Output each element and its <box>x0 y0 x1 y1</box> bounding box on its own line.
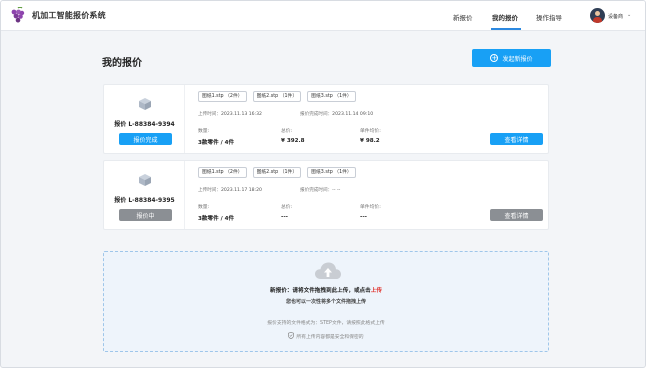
file-tag[interactable]: 图纸2.stp （1件） <box>252 167 302 178</box>
status-badge: 报价中 <box>119 209 172 221</box>
total-label: 总价: <box>281 205 293 210</box>
quantity-label: 数量: <box>198 205 210 210</box>
top-header: 机加工智能报价系统 新报价 我的报价 操作指导 设备商 ⌄ <box>1 1 645 31</box>
upload-security-text: 所有上传内容都是安全和保密的 <box>296 335 364 340</box>
file-tag[interactable]: 图纸1.stp （2件） <box>198 91 247 102</box>
nav-guide[interactable]: 操作指导 <box>536 12 562 22</box>
nav-new-quote[interactable]: 新报价 <box>453 12 473 22</box>
upload-security-note: 所有上传内容都是安全和保密的 <box>104 332 548 340</box>
upload-link[interactable]: 上传 <box>371 288 382 294</box>
chevron-down-icon[interactable]: ⌄ <box>627 12 631 18</box>
upload-time: 上传时间：2023.11.13 16:32 <box>198 111 262 117</box>
file-tag[interactable]: 图纸3.stp （1件） <box>307 91 356 102</box>
completion-time-value: -- -- <box>332 188 341 193</box>
status-badge: 报价完成 <box>119 133 172 145</box>
unit-price-label: 单件均价: <box>360 129 381 134</box>
unit-price-value: --- <box>360 214 367 220</box>
completion-time: 报价完成时间：-- -- <box>300 187 340 193</box>
upload-instruction: 新报价：请将文件拖拽到此上传，或点击上传 <box>104 286 548 294</box>
quote-id: 报价 L-88384-9395 <box>114 197 175 204</box>
quote-id: 报价 L-88384-9394 <box>114 121 175 128</box>
quote-summary: 报价 L-88384-9395 报价中 <box>104 161 185 229</box>
cloud-upload-icon <box>315 262 341 279</box>
upload-instruction-text: 新报价：请将文件拖拽到此上传，或点击 <box>270 288 371 294</box>
quote-card: 报价 L-88384-9394 报价完成 图纸1.stp （2件） 图纸2.st… <box>103 84 549 154</box>
file-tag-list: 图纸1.stp （2件） 图纸2.stp （1件） 图纸3.stp （1件） <box>198 91 356 102</box>
plus-circle-icon: + <box>490 53 499 62</box>
cube-icon <box>139 98 151 110</box>
completion-time-value: 2023.11.14 09:10 <box>332 112 374 117</box>
upload-dropzone[interactable]: 新报价：请将文件拖拽到此上传，或点击上传 您也可以一次性将多个文件拖拽上传 报价… <box>103 251 549 352</box>
completion-time-label: 报价完成时间： <box>300 112 333 117</box>
app-title: 机加工智能报价系统 <box>32 11 106 20</box>
quantity-value: 3款零件 / 4件 <box>198 216 235 222</box>
cube-icon <box>139 174 151 186</box>
file-tag[interactable]: 图纸3.stp （1件） <box>307 167 356 178</box>
view-details-button[interactable]: 查看详情 <box>490 209 543 221</box>
upload-time-value: 2023.11.17 18:20 <box>220 188 262 193</box>
nav-my-quotes[interactable]: 我的报价 <box>492 12 518 22</box>
upload-time-label: 上传时间： <box>198 112 221 117</box>
upload-format-hint: 报价支持的文件格式为：STEP文件，请按照此格式上传 <box>267 321 385 326</box>
quote-card: 报价 L-88384-9395 报价中 图纸1.stp （2件） 图纸2.stp… <box>103 160 549 230</box>
total-value: ¥ 392.8 <box>281 138 305 144</box>
grape-logo-icon <box>11 7 25 23</box>
user-avatar[interactable] <box>590 8 605 23</box>
page-title: 我的报价 <box>102 58 142 69</box>
nav-active-indicator <box>491 28 521 30</box>
completion-time: 报价完成时间：2023.11.14 09:10 <box>300 111 373 117</box>
user-name[interactable]: 设备商 <box>608 13 623 20</box>
shield-icon <box>288 332 295 339</box>
unit-price-label: 单件均价: <box>360 205 381 210</box>
file-tag[interactable]: 图纸1.stp （2件） <box>198 167 247 178</box>
quote-summary: 报价 L-88384-9394 报价完成 <box>104 85 185 153</box>
app-window: 机加工智能报价系统 新报价 我的报价 操作指导 设备商 ⌄ 我的报价 + 发起新… <box>0 0 646 368</box>
unit-price-value: ¥ 98.2 <box>360 138 380 144</box>
upload-time-label: 上传时间： <box>198 188 221 193</box>
quantity-label: 数量: <box>198 129 210 134</box>
upload-time: 上传时间：2023.11.17 18:20 <box>198 187 262 193</box>
new-quote-button[interactable]: + 发起新报价 <box>472 49 551 67</box>
completion-time-label: 报价完成时间： <box>300 188 333 193</box>
total-value: --- <box>281 214 288 220</box>
total-label: 总价: <box>281 129 293 134</box>
view-details-button[interactable]: 查看详情 <box>490 133 543 145</box>
quantity-value: 3款零件 / 4件 <box>198 140 235 146</box>
file-tag-list: 图纸1.stp （2件） 图纸2.stp （1件） 图纸3.stp （1件） <box>198 167 356 178</box>
new-quote-label: 发起新报价 <box>502 55 533 63</box>
upload-multi-hint: 您也可以一次性将多个文件拖拽上传 <box>285 299 366 305</box>
upload-time-value: 2023.11.13 16:32 <box>220 112 262 117</box>
file-tag[interactable]: 图纸2.stp （1件） <box>252 91 302 102</box>
